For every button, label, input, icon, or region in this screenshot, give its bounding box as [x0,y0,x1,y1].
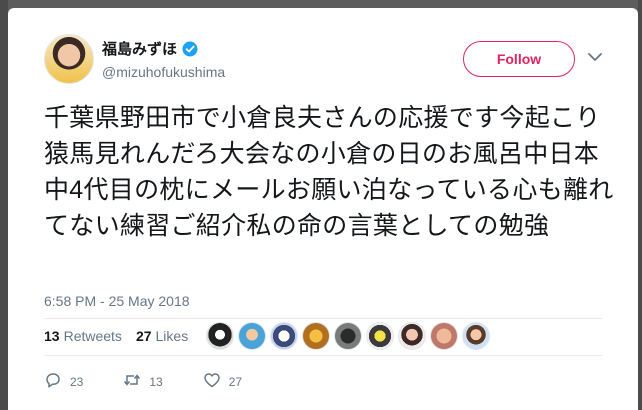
backdrop-right [638,0,642,410]
user-handle[interactable]: @mizuhofukushima [102,64,225,80]
liker-avatar[interactable] [270,322,298,350]
tweet-text: 千葉県野田市で小倉良夫さんの応援です今起こり猿馬見れんだろ大会なの小倉の日のお風… [44,104,614,240]
divider [44,355,602,356]
retweets-stat[interactable]: 13 Retweets [44,328,122,344]
likes-count: 27 [135,328,152,344]
retweets-count: 13 [44,328,60,344]
liker-avatar[interactable] [206,322,234,350]
reply-action[interactable]: 23 [44,371,83,392]
divider [44,318,602,319]
like-count: 27 [228,374,243,389]
liker-avatars [206,322,490,350]
retweet-icon [123,371,141,392]
reply-count: 23 [70,374,84,389]
reply-icon [44,371,62,392]
liker-avatar[interactable] [238,322,266,350]
retweet-count: 13 [149,374,163,389]
verified-badge-icon [182,41,198,57]
retweet-action[interactable]: 13 [123,371,163,392]
tweet-stats: 13 Retweets 27 Likes [44,328,202,344]
liker-avatar[interactable] [430,322,458,350]
liker-avatar[interactable] [366,322,394,350]
likes-label: Likes [155,328,189,344]
follow-button[interactable]: Follow [463,41,575,77]
avatar[interactable] [44,34,94,84]
retweets-label: Retweets [63,328,122,344]
like-action[interactable]: 27 [203,371,242,392]
tweet-actions: 23 13 27 [44,371,282,392]
heart-icon [203,371,221,392]
tweet-card: 福島みずほ @mizuhofukushima Follow 千葉県野田市で小倉良… [8,8,638,410]
backdrop-left [0,0,8,410]
name-row: 福島みずほ [102,38,198,59]
liker-avatar[interactable] [334,322,362,350]
display-name[interactable]: 福島みずほ [102,38,177,59]
liker-avatar[interactable] [398,322,426,350]
chevron-down-icon[interactable] [586,48,604,66]
liker-avatar[interactable] [462,322,490,350]
likes-stat[interactable]: 27 Likes [136,328,188,344]
liker-avatar[interactable] [302,322,330,350]
tweet-timestamp[interactable]: 6:58 PM - 25 May 2018 [44,293,190,309]
